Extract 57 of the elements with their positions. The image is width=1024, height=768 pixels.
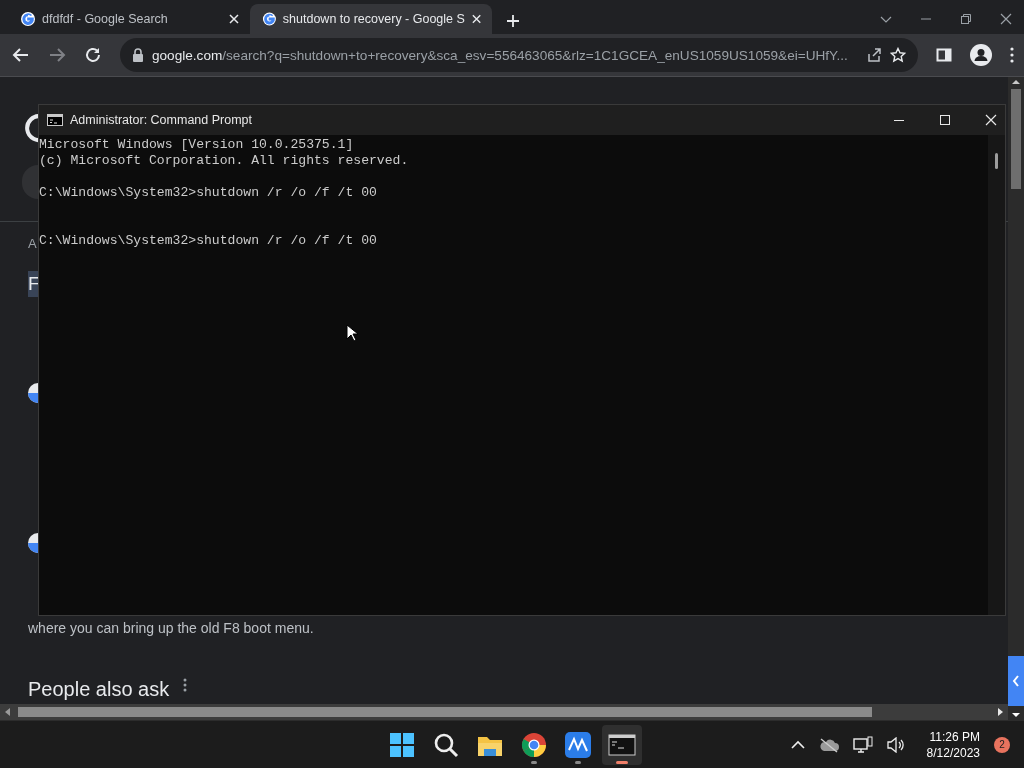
google-icon [20, 11, 36, 27]
vertical-scrollbar[interactable] [988, 135, 1005, 615]
close-icon[interactable] [470, 13, 482, 25]
maximize-icon[interactable] [939, 114, 951, 126]
lock-icon [132, 48, 144, 62]
section-label: A [28, 236, 37, 251]
taskbar-app[interactable] [602, 724, 642, 765]
down-arrow-icon[interactable] [1011, 710, 1021, 720]
browser-tab[interactable]: shutdown to recovery - Google S [250, 4, 492, 34]
reload-icon[interactable] [84, 46, 102, 64]
scrollbar-thumb[interactable] [18, 707, 872, 717]
console-line: Microsoft Windows [Version 10.0.25375.1] [39, 137, 355, 153]
menu-icon[interactable] [1010, 47, 1014, 63]
result-snippet: where you can bring up the old F8 boot menu. [28, 620, 314, 636]
side-panel-icon[interactable] [936, 47, 952, 63]
share-icon[interactable] [866, 47, 882, 63]
close-icon[interactable] [1000, 13, 1012, 25]
console-line: (c) Microsoft Corporation. All rights reserved. [39, 153, 410, 169]
cloud-icon[interactable] [818, 736, 839, 753]
more-icon[interactable] [183, 678, 188, 692]
restore-icon[interactable] [960, 13, 972, 25]
browser-tab[interactable]: dfdfdf - Google Search [8, 4, 250, 34]
star-icon[interactable] [890, 47, 906, 63]
chevron-up-icon[interactable] [790, 739, 805, 750]
notification-badge[interactable]: 2 [994, 736, 1010, 753]
clock[interactable]: 11:26 PM 8/12/2023 [926, 728, 980, 761]
network-icon[interactable] [852, 735, 873, 754]
scrollbar-thumb[interactable] [1011, 89, 1021, 189]
chevron-left-icon [1012, 674, 1020, 688]
window-title: Administrator: Command Prompt [70, 113, 253, 127]
scrollbar-thumb[interactable] [995, 153, 998, 169]
section-heading: People also ask [28, 678, 170, 700]
tab-title: shutdown to recovery - Google S [282, 12, 465, 26]
pulse-chart-icon [564, 730, 592, 759]
profile-icon[interactable] [970, 44, 992, 66]
back-icon[interactable] [12, 46, 30, 64]
url-text: google.com/search?q=shutdown+to+recovery&sca_esv=556463065&rlz=1C1GCEA_enUS1059US1059&ei=UHfY... [152, 47, 849, 63]
search-field[interactable] [22, 165, 38, 199]
sidebar-toggle[interactable] [1008, 656, 1024, 706]
address-bar[interactable]: google.com/search?q=shutdown+to+recovery&sca_esv=556463065&rlz=1C1GCEA_enUS1059US1059&ei=UHfY... [120, 38, 918, 72]
plus-icon[interactable] [506, 14, 520, 28]
google-logo[interactable] [24, 113, 38, 143]
tab-title: dfdfdf - Google Search [42, 12, 169, 26]
chrome-icon [520, 730, 548, 759]
console-line: C:\Windows\System32>shutdown /r /o /f /t 00 [39, 185, 378, 201]
date-text: 8/12/2023 [926, 744, 980, 761]
mouse-cursor-icon [346, 324, 358, 342]
forward-icon[interactable] [48, 46, 66, 64]
up-arrow-icon[interactable] [1011, 77, 1021, 87]
console-line: C:\Windows\System32>shutdown /r /o /f /t 00 [39, 233, 378, 249]
horizontal-scrollbar[interactable] [0, 704, 1008, 720]
start-icon [388, 730, 416, 759]
vertical-scrollbar[interactable] [1008, 77, 1024, 720]
console-icon [47, 114, 63, 126]
google-icon [262, 11, 277, 27]
volume-icon[interactable] [886, 736, 905, 753]
time-text: 11:26 PM [929, 728, 980, 745]
